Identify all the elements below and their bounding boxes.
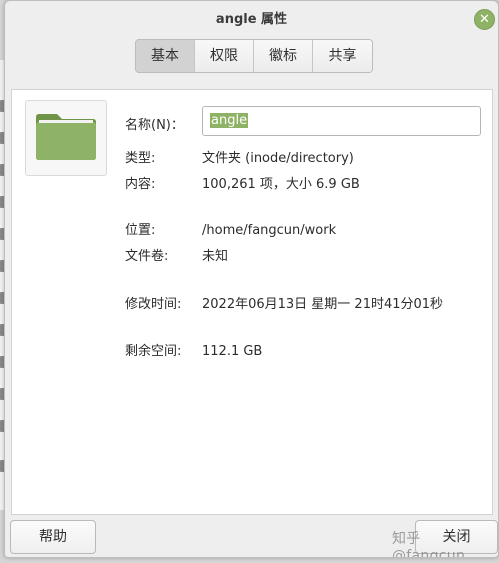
free-space-label: 剩余空间: — [125, 344, 182, 359]
volume-label: 文件卷: — [125, 249, 169, 264]
name-row: 名称(N)： — [125, 114, 202, 133]
tab-permissions[interactable]: 权限 — [195, 40, 254, 72]
location-label: 位置: — [125, 223, 156, 238]
modified-label: 修改时间: — [125, 297, 182, 312]
volume-row: 文件卷: 未知 — [125, 245, 228, 264]
modified-row: 修改时间: 2022年06月13日 星期一 21时41分01秒 — [125, 293, 443, 312]
name-label: 名称(N)： — [125, 118, 184, 133]
location-row: 位置: /home/fangcun/work — [125, 219, 336, 238]
location-value: /home/fangcun/work — [202, 223, 337, 238]
tab-bar: 基本 权限 徽标 共享 — [135, 39, 373, 73]
window-title: angle 属性 — [215, 12, 288, 27]
basic-panel: 名称(N)： angle 类型: 文件夹 (inode/directory) 内容… — [11, 89, 493, 515]
name-input[interactable]: angle — [202, 106, 481, 136]
name-input-value: angle — [210, 113, 249, 128]
contents-row: 内容: 100,261 项，大小 6.9 GB — [125, 173, 360, 192]
type-row: 类型: 文件夹 (inode/directory) — [125, 147, 354, 166]
free-space-value: 112.1 GB — [202, 344, 263, 359]
modified-value: 2022年06月13日 星期一 21时41分01秒 — [202, 297, 444, 312]
type-value: 文件夹 (inode/directory) — [202, 151, 354, 166]
window-close-button[interactable]: ✕ — [474, 9, 495, 30]
volume-value: 未知 — [202, 249, 229, 264]
title-bar: angle 属性 ✕ — [5, 1, 498, 39]
tab-basic[interactable]: 基本 — [136, 40, 195, 72]
contents-label: 内容: — [125, 177, 156, 192]
close-icon: ✕ — [479, 12, 490, 27]
folder-icon-button[interactable] — [25, 100, 107, 176]
type-label: 类型: — [125, 151, 156, 166]
tab-emblems[interactable]: 徽标 — [254, 40, 313, 72]
contents-value: 100,261 项，大小 6.9 GB — [202, 177, 360, 192]
help-button[interactable]: 帮助 — [10, 520, 96, 554]
watermark: 知乎 @fangcun — [392, 531, 466, 558]
folder-icon — [36, 114, 96, 160]
properties-dialog: angle 属性 ✕ 基本 权限 徽标 共享 名称(N)： angle 类型: 文… — [4, 0, 499, 558]
free-space-row: 剩余空间: 112.1 GB — [125, 340, 262, 359]
tab-share[interactable]: 共享 — [313, 40, 372, 72]
